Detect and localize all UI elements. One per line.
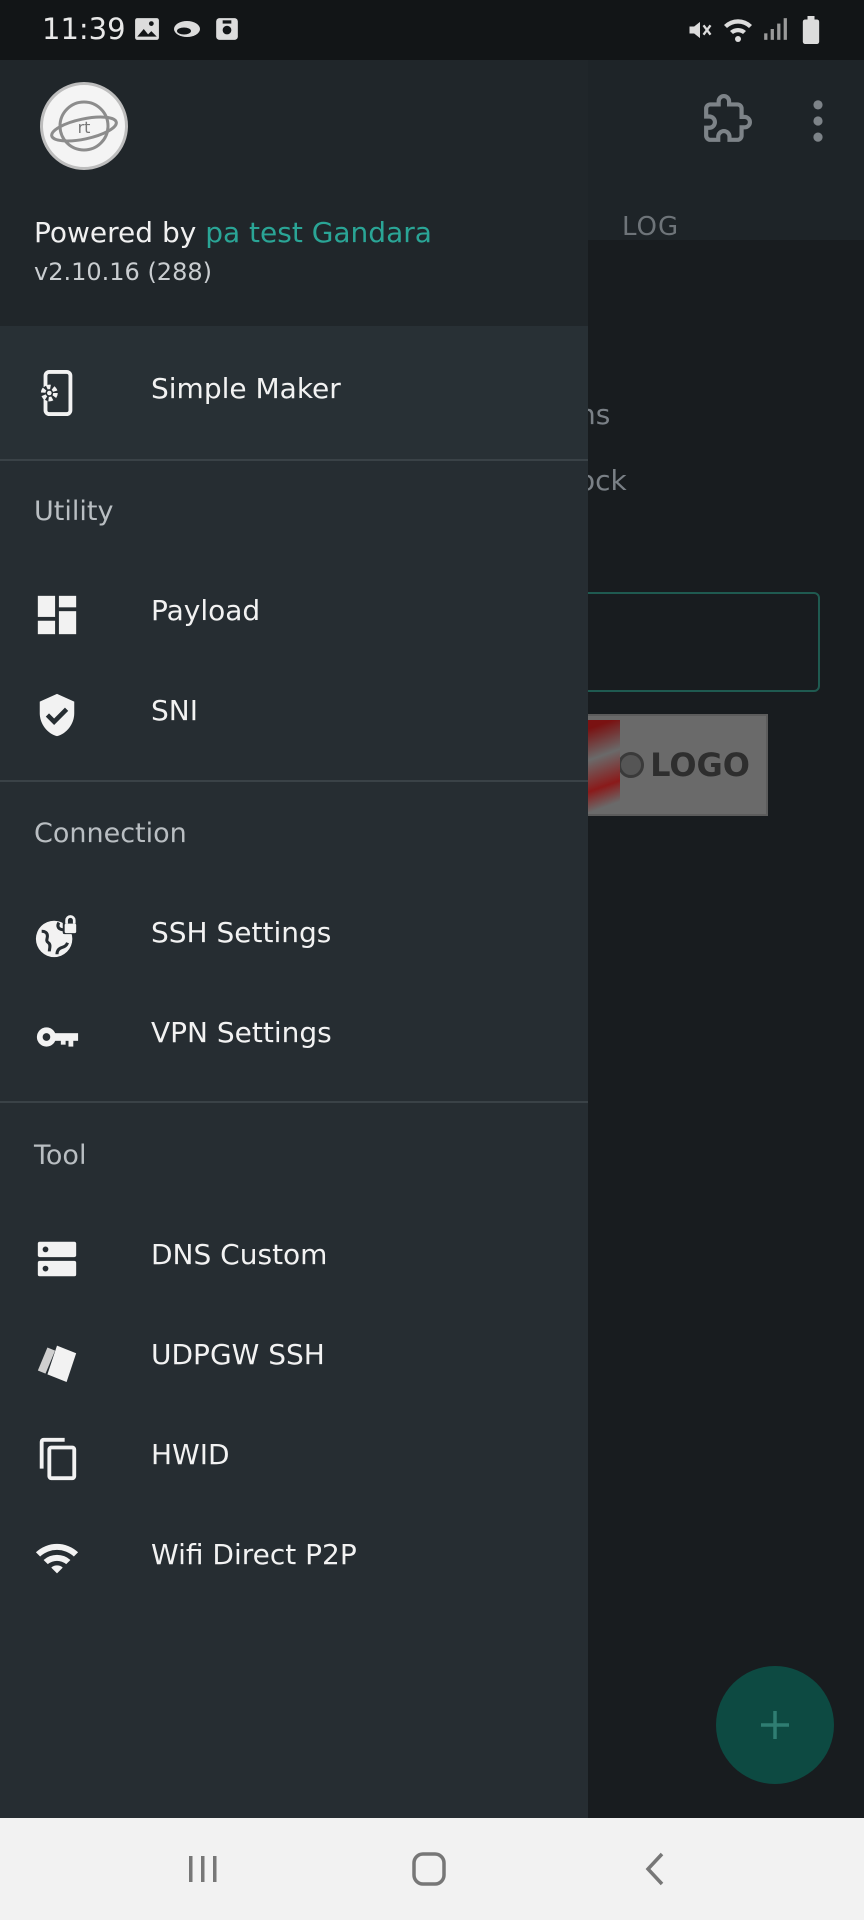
nav-item-vpn-settings[interactable]: VPN Settings (0, 986, 588, 1086)
background-input-box[interactable] (560, 592, 820, 692)
divider (0, 780, 588, 782)
nav-item-sni[interactable]: SNI (0, 664, 588, 764)
divider (0, 459, 588, 461)
cards-icon (37, 1345, 77, 1382)
nav-item-label: Payload (151, 594, 261, 627)
nav-item-wifi-direct-p2p[interactable]: Wifi Direct P2P (0, 1508, 588, 1608)
nav-item-ssh-settings[interactable]: SSH Settings (0, 886, 588, 986)
plus-icon (761, 1711, 789, 1739)
nav-item-label: VPN Settings (151, 1016, 332, 1049)
cloud-app-icon (174, 21, 200, 37)
more-vert-icon[interactable] (806, 98, 830, 144)
section-title-connection: Connection (34, 818, 187, 849)
nav-item-payload[interactable]: Payload (0, 564, 588, 664)
powered-by-prefix: Powered by (34, 216, 206, 249)
section-title-tool: Tool (34, 1140, 87, 1171)
logo-image-fragment (584, 720, 620, 812)
divider (0, 1101, 588, 1103)
nav-item-udpgw-ssh[interactable]: UDPGW SSH (0, 1308, 588, 1408)
recent-apps-icon[interactable] (178, 1844, 228, 1894)
nav-item-simple-maker[interactable]: Simple Maker (0, 342, 588, 442)
tab-log[interactable]: LOG (622, 212, 679, 242)
nav-item-label: Wifi Direct P2P (151, 1538, 357, 1571)
home-icon[interactable] (404, 1844, 454, 1894)
shield-check-icon (39, 693, 75, 737)
planet-logo-icon: rt (50, 100, 118, 152)
navigation-drawer: rt Powered by pa test Gandara v2.10.16 (… (0, 0, 588, 1818)
copy-icon (39, 1437, 77, 1481)
media-app-icon (216, 18, 238, 40)
back-icon[interactable] (630, 1844, 680, 1894)
nav-item-label: SSH Settings (151, 916, 332, 949)
dns-icon (37, 1241, 77, 1277)
signal-icon (764, 18, 787, 40)
nav-item-label: UDPGW SSH (151, 1338, 325, 1371)
section-title-utility: Utility (34, 496, 114, 527)
nav-item-label: SNI (151, 694, 198, 727)
gallery-icon (135, 18, 159, 40)
logo-initials: rt (78, 118, 91, 137)
nav-item-label: DNS Custom (151, 1238, 328, 1271)
battery-icon (802, 16, 820, 44)
wifi-status-icon (724, 19, 752, 42)
screen: LOG ns ock LOGO 11:39 rt Powered by pa t… (0, 0, 864, 1920)
powered-by-text: Powered by pa test Gandara (34, 216, 432, 249)
logo-dot-icon (618, 752, 645, 778)
powered-by-brand[interactable]: pa test Gandara (205, 216, 432, 249)
mute-icon (689, 21, 712, 39)
puzzle-icon[interactable] (702, 94, 752, 144)
wifi-icon (35, 1543, 79, 1574)
globe-lock-icon (35, 915, 79, 958)
nav-item-hwid[interactable]: HWID (0, 1408, 588, 1508)
key-icon (36, 1027, 79, 1047)
dashboard-icon (37, 595, 77, 635)
nav-item-label: Simple Maker (151, 372, 341, 405)
nav-item-dns-custom[interactable]: DNS Custom (0, 1208, 588, 1308)
nav-item-label: HWID (151, 1438, 230, 1471)
logo-placeholder: LOGO (578, 714, 768, 816)
status-bar: 11:39 (0, 0, 864, 60)
app-version: v2.10.16 (288) (34, 258, 212, 286)
add-fab-button[interactable] (716, 1666, 834, 1784)
logo-text: LOGO (650, 746, 750, 784)
app-logo[interactable]: rt (40, 82, 128, 170)
system-nav-bar (0, 1818, 864, 1920)
phone-settings-icon (40, 370, 73, 416)
status-time: 11:39 (42, 12, 126, 46)
